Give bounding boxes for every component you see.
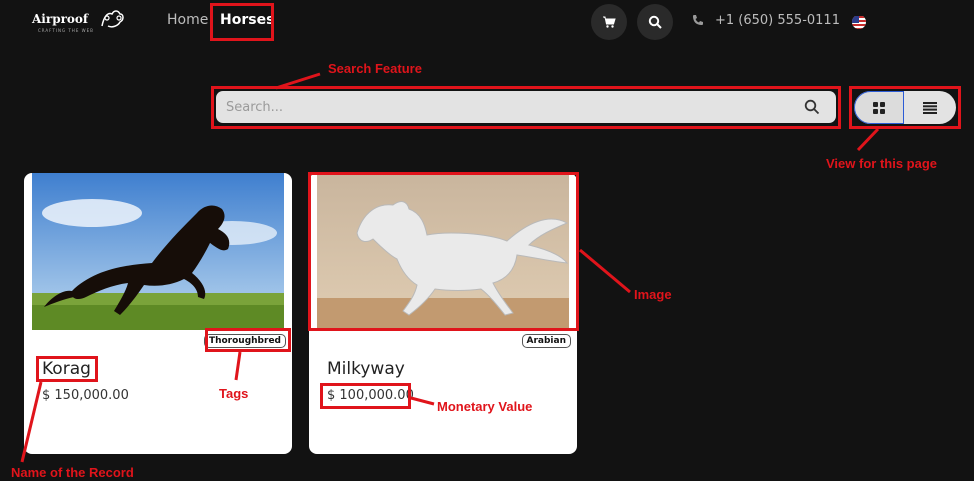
- search-icon: [648, 15, 662, 29]
- brand-tagline: CRAFTING THE WEB: [38, 28, 94, 33]
- cart-icon: [603, 16, 616, 28]
- annotation-monetary-value: Monetary Value: [437, 399, 533, 414]
- annotation-name-of-record: Name of the Record: [11, 465, 134, 480]
- top-navigation-bar: Airproof CRAFTING THE WEB Home Horses +1…: [0, 0, 974, 44]
- horse-logo-icon: [101, 10, 124, 28]
- annotation-tags: Tags: [219, 386, 249, 401]
- annotation-box-horses-nav: [210, 3, 274, 41]
- annotation-box-image: [308, 172, 579, 331]
- horse-image[interactable]: [32, 173, 284, 330]
- header-search-button[interactable]: [637, 4, 673, 40]
- us-flag-icon[interactable]: [852, 15, 866, 29]
- phone-icon: [693, 15, 703, 25]
- annotation-box-name: [36, 356, 98, 382]
- annotation-box-search: [211, 86, 841, 129]
- record-name[interactable]: Milkyway: [327, 359, 405, 379]
- annotation-box-view: [849, 86, 961, 129]
- brand-logo[interactable]: Airproof CRAFTING THE WEB: [32, 6, 132, 36]
- brand-name: Airproof: [32, 12, 89, 26]
- annotation-image: Image: [634, 287, 672, 302]
- record-price: $ 150,000.00: [42, 388, 129, 403]
- horse-card[interactable]: Thoroughbred Korag $ 150,000.00: [24, 173, 292, 454]
- annotation-box-tag: [205, 328, 291, 352]
- cart-button[interactable]: [591, 4, 627, 40]
- annotation-search-feature: Search Feature: [328, 61, 422, 76]
- phone-number[interactable]: +1 (650) 555-0111: [715, 13, 840, 28]
- annotation-box-price: [320, 383, 411, 409]
- annotation-view: View for this page: [826, 156, 938, 171]
- breed-tag: Arabian: [521, 334, 571, 348]
- nav-home-link[interactable]: Home: [167, 12, 208, 28]
